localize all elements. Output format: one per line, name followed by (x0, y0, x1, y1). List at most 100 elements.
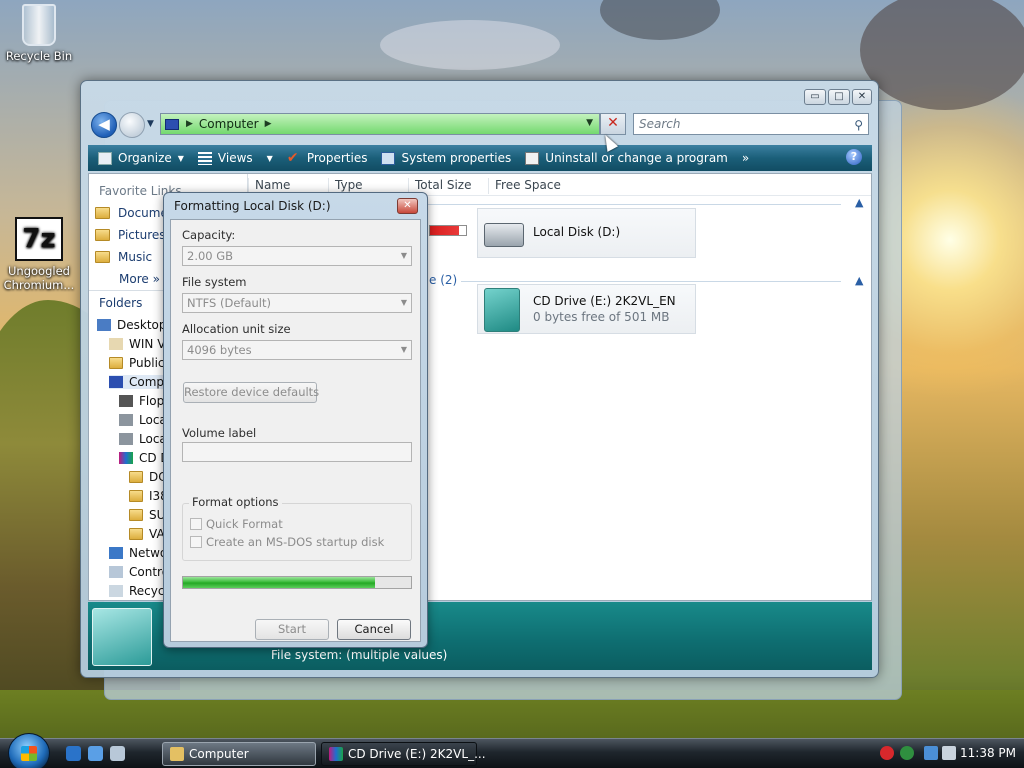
tree-item-folder[interactable]: DC (129, 470, 167, 484)
collapse-group-icon[interactable]: ▲ (855, 274, 863, 287)
more-commands-button[interactable]: » (742, 151, 749, 165)
capacity-select[interactable]: 2.00 GB ▼ (182, 246, 412, 266)
desktop-icon (97, 319, 111, 331)
chevron-right-icon[interactable]: ▶ (265, 119, 272, 129)
folder-icon (129, 490, 143, 502)
folder-icon (129, 471, 143, 483)
system-properties-button[interactable]: System properties (381, 151, 511, 165)
internet-explorer-icon[interactable] (66, 746, 81, 761)
drive-icon (119, 433, 133, 445)
group-divider (461, 281, 841, 282)
cloud (600, 0, 720, 40)
switch-windows-icon[interactable] (88, 746, 103, 761)
file-system-value: NTFS (Default) (187, 296, 271, 310)
tree-label: Public (129, 356, 165, 370)
window-controls: ▭ □ ✕ (804, 89, 872, 105)
search-input[interactable]: Search ⚲ (633, 113, 869, 135)
desktop-icon-recycle-bin[interactable]: Recycle Bin (0, 4, 78, 63)
address-bar[interactable]: ▶ Computer ▶ ▼ (160, 113, 600, 135)
desktop-icon-label: Recycle Bin (5, 49, 73, 63)
recent-pages-dropdown[interactable]: ▼ (147, 119, 154, 129)
drive-tile-cd-drive-e[interactable]: CD Drive (E:) 2K2VL_EN 0 bytes free of 5… (477, 284, 696, 334)
system-icon (381, 151, 396, 165)
organize-label: Organize (118, 151, 172, 165)
drive-name: Local Disk (D:) (533, 225, 621, 239)
chevron-down-icon: ▼ (400, 298, 407, 307)
chevron-down-icon: ▼ (400, 251, 407, 260)
programs-icon (525, 151, 540, 165)
volume-icon[interactable] (942, 746, 956, 760)
chevron-right-icon[interactable]: ▶ (186, 119, 193, 129)
taskbar-button-cd-drive[interactable]: CD Drive (E:) 2K2VL_... (321, 742, 486, 766)
computer-thumbnail-icon (92, 608, 152, 666)
restore-defaults-button[interactable]: Restore device defaults (183, 382, 319, 403)
tree-item-folder[interactable]: VA (129, 527, 165, 541)
dialog-close-button[interactable]: ✕ (397, 198, 418, 214)
group-label-removable[interactable]: e (2) (429, 273, 457, 287)
format-options-label: Format options (189, 495, 282, 509)
folder-icon (95, 251, 110, 263)
folder-icon (129, 509, 143, 521)
user-folder-icon (109, 338, 123, 350)
floppy-icon (119, 395, 133, 407)
start-button[interactable]: Start (255, 619, 329, 640)
desktop-icon-ungoogled-chromium[interactable]: 7z Ungoogled Chromium... (0, 217, 78, 292)
clock[interactable]: 11:38 PM (960, 746, 1016, 760)
drive-tile-local-disk-d[interactable]: Local Disk (D:) (477, 208, 696, 258)
msdos-startup-checkbox[interactable]: Create an MS-DOS startup disk (190, 535, 384, 549)
allocation-unit-select[interactable]: 4096 bytes ▼ (182, 340, 412, 360)
show-desktop-icon[interactable] (110, 746, 125, 761)
computer-icon (109, 376, 123, 388)
tree-item-public[interactable]: Public (109, 356, 165, 370)
views-button[interactable]: Views ▼ (197, 151, 273, 165)
tree-item-desktop[interactable]: Desktop (97, 318, 167, 332)
favorites-more-link[interactable]: More » (119, 272, 160, 286)
tree-item-folder[interactable]: I38 (129, 489, 168, 503)
properties-button[interactable]: ✔ Properties (286, 149, 368, 166)
format-options-group: Format options Quick Format Create an MS… (182, 495, 412, 561)
progress-fill (183, 577, 375, 588)
uninstall-program-button[interactable]: Uninstall or change a program (525, 151, 728, 165)
network-icon[interactable] (924, 746, 938, 760)
system-tray: 11:38 PM (864, 741, 1024, 767)
taskbar-button-computer[interactable]: Computer (162, 742, 316, 766)
tree-item-folder[interactable]: SU (129, 508, 165, 522)
computer-icon (165, 118, 179, 130)
collapse-group-icon[interactable]: ▲ (855, 196, 863, 209)
cloud (380, 20, 560, 70)
format-dialog: Formatting Local Disk (D:) ✕ Capacity: 2… (163, 192, 428, 648)
quick-format-checkbox[interactable]: Quick Format (190, 517, 283, 531)
search-icon[interactable]: ⚲ (854, 115, 863, 135)
tree-label: Desktop (117, 318, 167, 332)
folder-icon (95, 207, 110, 219)
file-system-select[interactable]: NTFS (Default) ▼ (182, 293, 412, 313)
organize-button[interactable]: Organize ▼ (98, 151, 184, 165)
windows-logo-icon (21, 746, 37, 761)
msdos-startup-label: Create an MS-DOS startup disk (206, 535, 385, 549)
maximize-button[interactable]: □ (828, 89, 850, 105)
address-dropdown-icon[interactable]: ▼ (586, 118, 593, 128)
organize-icon (98, 151, 112, 165)
help-icon[interactable]: ? (846, 149, 862, 165)
start-button[interactable] (8, 733, 50, 768)
back-button[interactable]: ◀ (91, 112, 117, 138)
hard-drive-icon (484, 223, 524, 247)
column-free-space[interactable]: Free Space (488, 178, 561, 194)
drive-icon (119, 414, 133, 426)
stop-button[interactable]: ✕ (600, 113, 626, 135)
favorite-label: Music (118, 250, 153, 264)
cd-drive-icon (329, 747, 343, 761)
dialog-title: Formatting Local Disk (D:) (174, 199, 331, 213)
safely-remove-icon[interactable] (900, 746, 914, 760)
checkmark-icon: ✔ (286, 149, 299, 166)
cancel-button[interactable]: Cancel (337, 619, 411, 640)
breadcrumb-computer[interactable]: Computer (199, 117, 259, 131)
favorite-pictures[interactable]: Pictures (95, 228, 166, 242)
forward-button[interactable] (119, 112, 145, 138)
allocation-unit-label: Allocation unit size (182, 322, 291, 336)
favorite-music[interactable]: Music (95, 250, 152, 264)
minimize-button[interactable]: ▭ (804, 89, 826, 105)
security-alert-icon[interactable] (880, 746, 894, 760)
volume-label-input[interactable] (182, 442, 412, 462)
close-button[interactable]: ✕ (852, 89, 872, 105)
